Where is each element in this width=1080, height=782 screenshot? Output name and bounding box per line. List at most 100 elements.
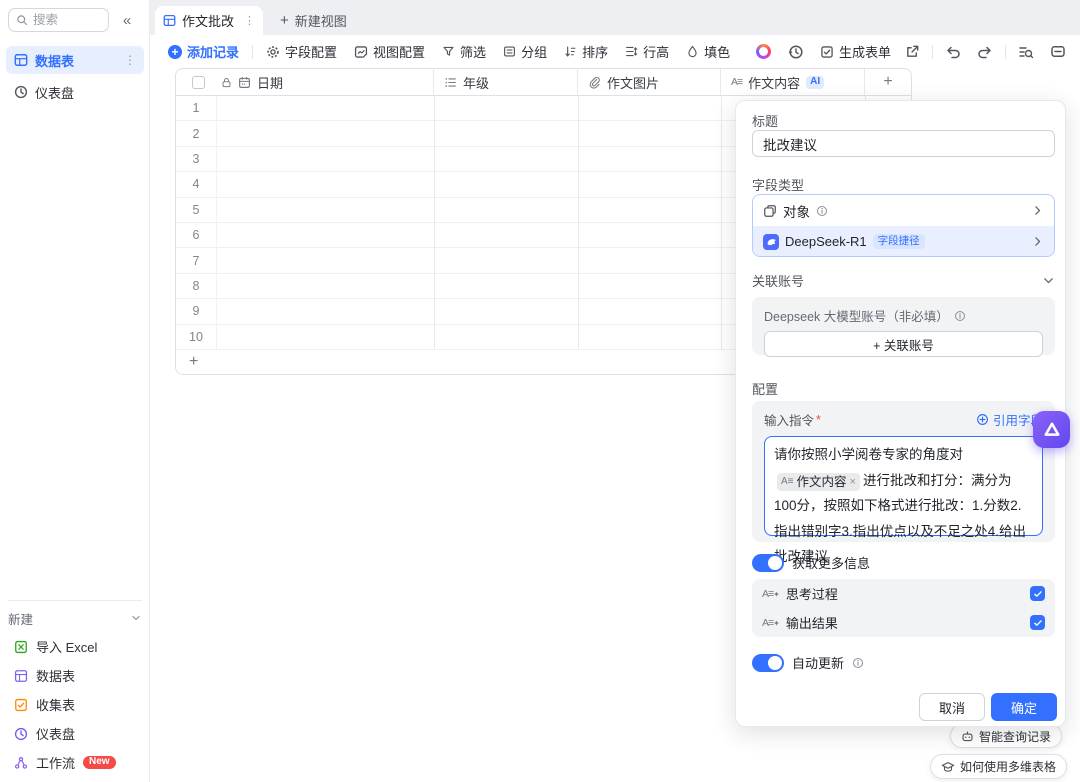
divider (252, 45, 253, 59)
create-menu-item[interactable]: 仪表盘 (6, 719, 144, 748)
add-record-button[interactable]: + 添加记录 (168, 42, 239, 61)
ai-magic-icon[interactable] (756, 44, 771, 59)
search-box[interactable] (8, 8, 109, 32)
fill-color-button[interactable]: 填色 (686, 42, 730, 61)
sidebar-item-dashboard[interactable]: 仪表盘 (6, 78, 144, 106)
redo-icon[interactable] (977, 44, 993, 60)
new-section-header[interactable]: 新建 (8, 606, 142, 630)
column-name: 日期 (257, 73, 283, 92)
sidebar: « 数据表 ⋮ 仪表盘 新建 导入 Excel数据表收集表仪表盘工作流New (0, 0, 150, 782)
undo-icon[interactable] (945, 44, 961, 60)
group-label: 分组 (521, 42, 547, 61)
column-header-4[interactable]: A≡作文内容AI (721, 69, 865, 95)
filter-button[interactable]: 筛选 (442, 42, 486, 61)
field-chip[interactable]: A≡作文内容× (777, 473, 860, 491)
more-info-toggle[interactable] (752, 554, 784, 572)
more-icon[interactable]: ⋮ (124, 53, 136, 67)
smart-query-pill[interactable]: 智能查询记录 (950, 724, 1062, 748)
row-number: 1 (176, 101, 216, 115)
tab-active-view[interactable]: 作文批改 ⋮ (155, 6, 263, 35)
excel-icon (14, 640, 28, 654)
toolbar: + 添加记录 字段配置 视图配置 筛选 分组 (150, 35, 1080, 68)
knot-logo-icon (1042, 420, 1062, 440)
divider (8, 600, 142, 601)
account-section-header[interactable]: 关联账号 (752, 271, 1055, 290)
smart-query-label: 智能查询记录 (979, 728, 1051, 745)
paint-drop-icon (686, 45, 699, 58)
fill-color-label: 填色 (704, 42, 730, 61)
find-records-icon[interactable] (1018, 44, 1034, 60)
tab-label: 作文批改 (182, 11, 234, 30)
checkbox-checked[interactable] (1030, 615, 1045, 630)
prompt-label: 输入指令 (764, 410, 814, 429)
info-icon[interactable] (954, 310, 966, 322)
share-icon[interactable] (905, 44, 920, 59)
object-label: 对象 (783, 201, 810, 221)
form-check-icon (820, 45, 834, 59)
confirm-button[interactable]: 确定 (991, 693, 1057, 721)
robot-icon (961, 730, 974, 743)
comment-icon[interactable] (1050, 44, 1066, 60)
generate-form-button[interactable]: 生成表单 (820, 42, 891, 61)
create-menu-item[interactable]: 数据表 (6, 661, 144, 690)
row-number: 9 (176, 304, 216, 318)
row-height-button[interactable]: 行高 (625, 42, 669, 61)
add-column-button[interactable]: + (865, 69, 911, 95)
new-view-button[interactable]: + 新建视图 (270, 6, 357, 35)
field-title-input[interactable] (752, 130, 1055, 157)
field-config-button[interactable]: 字段配置 (266, 42, 337, 61)
row-number: 7 (176, 254, 216, 268)
sidebar-item-label: 数据表 (35, 51, 74, 70)
app-window: « 数据表 ⋮ 仪表盘 新建 导入 Excel数据表收集表仪表盘工作流New 作… (0, 0, 1080, 782)
view-config-icon (354, 45, 368, 59)
search-input[interactable] (33, 13, 93, 27)
sort-button[interactable]: 排序 (564, 42, 608, 61)
chevron-right-icon (1031, 235, 1044, 248)
automation-history-icon[interactable] (788, 44, 804, 60)
view-tabstrip: 作文批改 ⋮ + 新建视图 (150, 0, 1080, 35)
link-account-button[interactable]: + 关联账号 (764, 331, 1043, 357)
divider (932, 45, 933, 59)
group-button[interactable]: 分组 (503, 42, 547, 61)
create-menu-item[interactable]: 收集表 (6, 690, 144, 719)
more-info-toggle-row: 获取更多信息 (752, 553, 870, 572)
chevron-down-icon[interactable] (130, 612, 142, 624)
output-option-label: 思考过程 (786, 584, 838, 603)
prompt-editor[interactable]: 请你按照小学阅卷专家的角度对A≡作文内容×进行批改和打分：满分为100分，按照如… (764, 436, 1043, 536)
title-label: 标题 (752, 111, 778, 130)
select-all-checkbox[interactable] (192, 76, 205, 89)
dashboard-icon (14, 85, 28, 99)
info-icon[interactable] (816, 205, 828, 217)
chevron-down-icon[interactable] (1042, 274, 1055, 287)
column-header-2[interactable]: 年级 (434, 69, 578, 95)
create-menu-item-label: 工作流 (36, 753, 75, 772)
create-menu-item[interactable]: 工作流New (6, 748, 144, 777)
grid-header-row: 日期 年级作文图片A≡作文内容AI+ (176, 69, 911, 96)
column-header-3[interactable]: 作文图片 (578, 69, 721, 95)
plus-circle-outline-icon (976, 413, 989, 426)
view-config-button[interactable]: 视图配置 (354, 42, 425, 61)
close-icon[interactable]: × (850, 473, 856, 491)
auto-update-toggle[interactable] (752, 654, 784, 672)
create-menu-item[interactable]: 导入 Excel (6, 632, 144, 661)
field-type-model-row[interactable]: DeepSeek-R1 字段捷径 (753, 226, 1054, 257)
config-section-label: 配置 (752, 379, 778, 398)
assistant-float-button[interactable] (1033, 411, 1070, 448)
field-type-object-row[interactable]: 对象 (753, 195, 1054, 226)
column-header-1[interactable]: 日期 (176, 69, 434, 95)
sidebar-item-label: 仪表盘 (35, 83, 74, 102)
sidebar-item-datatable[interactable]: 数据表 ⋮ (6, 46, 144, 74)
column-name: 作文内容 (748, 73, 800, 92)
row-height-label: 行高 (643, 42, 669, 61)
text-field-star-icon: A≡✦ (762, 588, 779, 600)
help-pill[interactable]: 如何使用多维表格 (930, 754, 1067, 779)
info-icon[interactable] (852, 657, 864, 669)
select-icon (444, 76, 457, 89)
checkbox-checked[interactable] (1030, 586, 1045, 601)
text-field-star-icon: A≡✦ (762, 617, 779, 629)
cancel-button[interactable]: 取消 (919, 693, 985, 721)
new-section-label: 新建 (8, 609, 33, 628)
more-icon[interactable]: ⋮ (244, 14, 255, 27)
search-icon (16, 14, 28, 26)
collapse-sidebar-icon[interactable]: « (116, 9, 138, 31)
